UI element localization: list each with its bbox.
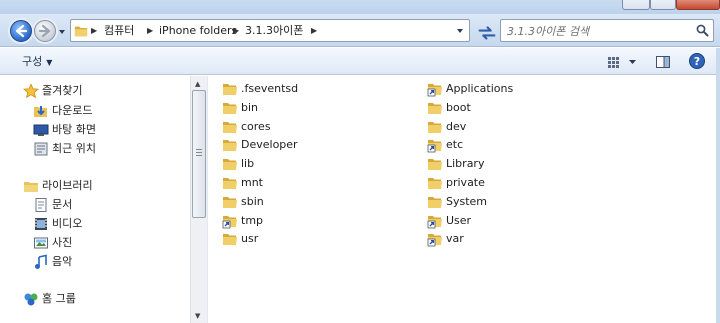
folder-icon — [428, 159, 442, 171]
chevron-down-icon: ▼ — [46, 57, 53, 67]
file-item-label: System — [446, 194, 488, 208]
breadcrumb-separator[interactable]: ▶ — [233, 24, 239, 38]
scroll-up-icon[interactable]: ▲ — [195, 80, 200, 88]
minimize-button[interactable] — [622, 0, 650, 10]
file-item-label: Library — [446, 157, 485, 171]
breadcrumb-separator[interactable]: ▶ — [311, 24, 317, 38]
library-icon — [24, 182, 38, 192]
nav-libraries-label: 라이브러리 — [42, 179, 93, 192]
folder-icon — [223, 234, 237, 246]
forward-button[interactable] — [34, 20, 56, 42]
nav-item-label: 음악 — [52, 255, 73, 268]
file-item-label: etc — [446, 138, 464, 152]
back-button[interactable] — [10, 20, 32, 42]
folder-icon — [223, 159, 237, 171]
folder-icon — [428, 121, 442, 133]
navigation-bar: ▶ 컴퓨터 ▶ iPhone folders ▶ 3.1.3아이폰 ▶ — [0, 14, 720, 47]
folder-shortcut-icon — [222, 215, 237, 228]
folder-icon — [428, 102, 442, 114]
file-list: .fseventsd bin cores Developer lib mnt sbin tmp… — [208, 76, 720, 323]
nav-item-label: 문서 — [52, 198, 73, 211]
folder-icon — [223, 140, 237, 152]
preview-pane-button[interactable] — [654, 53, 672, 71]
file-item-label: mnt — [241, 176, 263, 189]
arrow-right-icon — [38, 24, 51, 38]
nav-item-label: 최근 위치 — [52, 142, 96, 155]
file-item-label: Developer — [241, 138, 298, 152]
file-item-label: .fseventsd — [241, 82, 299, 95]
file-item-label: var — [446, 232, 464, 246]
file-item-label: usr — [241, 232, 259, 246]
folder-shortcut-icon — [427, 215, 442, 228]
help-button[interactable]: ? — [688, 52, 706, 70]
file-item-label: bin — [241, 100, 259, 114]
breadcrumb-item-iphone-folders[interactable]: iPhone folders — [159, 24, 237, 38]
nav-item-label: 사진 — [52, 236, 73, 249]
file-item-label: dev — [446, 119, 467, 133]
folder-icon — [223, 102, 237, 114]
breadcrumb-separator[interactable]: ▶ — [147, 24, 153, 38]
breadcrumb-item-computer[interactable]: 컴퓨터 — [104, 24, 134, 38]
nav-item-label: 바탕 화면 — [52, 123, 96, 136]
scroll-down-icon[interactable]: ▼ — [195, 312, 200, 320]
folder-shortcut-icon — [427, 84, 442, 97]
folder-icon — [223, 178, 237, 189]
file-item-label: lib — [241, 157, 255, 171]
close-button[interactable] — [676, 0, 720, 10]
music-icon — [35, 254, 47, 269]
maximize-button[interactable] — [650, 0, 676, 10]
recent-places-icon — [34, 142, 48, 156]
desktop-icon — [33, 124, 49, 136]
grip-icon — [196, 149, 202, 156]
nav-homegroup-label: 홈 그룹 — [42, 292, 76, 305]
navigation-pane-scrollbar[interactable]: ▲ ▼ — [190, 76, 207, 323]
breadcrumb-separator[interactable]: ▶ — [91, 24, 97, 38]
organize-label: 구성 — [22, 55, 43, 68]
file-item-label: sbin — [241, 194, 264, 208]
file-item-label: tmp — [241, 213, 264, 227]
grid-view-icon — [608, 57, 619, 68]
pictures-icon — [34, 237, 48, 249]
address-bar[interactable]: ▶ 컴퓨터 ▶ iPhone folders ▶ 3.1.3아이폰 ▶ — [70, 19, 470, 42]
search-input[interactable] — [507, 23, 687, 39]
video-icon — [35, 218, 47, 230]
folder-icon — [74, 26, 88, 37]
folder-icon — [428, 178, 442, 189]
refresh-icon[interactable] — [476, 22, 498, 44]
navigation-pane: 즐겨찾기 다운로드 바탕 화면 최근 위치 라이브러리 문서 비디오 사진 음악… — [0, 76, 190, 323]
folder-icon — [428, 196, 442, 208]
folder-icon — [223, 196, 237, 208]
chevron-down-icon[interactable] — [456, 27, 464, 35]
organize-button[interactable]: 구성 ▼ — [22, 54, 52, 69]
file-item-label: boot — [446, 100, 471, 114]
folder-icon — [223, 84, 237, 95]
file-item-label: cores — [241, 119, 271, 133]
help-icon: ? — [689, 53, 705, 69]
chevron-down-icon[interactable] — [58, 28, 66, 36]
file-item-label: private — [446, 176, 485, 189]
nav-item-label: 다운로드 — [52, 104, 93, 117]
svg-text:?: ? — [694, 55, 700, 68]
file-item-label: Applications — [446, 82, 514, 95]
downloads-icon — [34, 106, 47, 117]
search-icon[interactable] — [696, 24, 709, 37]
folder-shortcut-icon — [427, 140, 442, 153]
title-bar — [0, 0, 720, 14]
homegroup-icon — [24, 293, 38, 306]
arrow-left-icon — [15, 24, 28, 38]
window-border — [716, 48, 720, 323]
preview-pane-icon — [656, 56, 670, 68]
view-options-button[interactable] — [606, 53, 640, 71]
scrollbar-thumb[interactable] — [192, 90, 206, 218]
nav-favorites-label: 즐겨찾기 — [42, 84, 83, 97]
command-bar: 구성 ▼ ? — [0, 48, 720, 75]
breadcrumb-item-current[interactable]: 3.1.3아이폰 — [245, 24, 303, 38]
search-box[interactable] — [500, 19, 714, 42]
nav-item-label: 비디오 — [52, 217, 83, 230]
documents-icon — [35, 198, 47, 212]
folder-shortcut-icon — [427, 234, 442, 247]
file-item-label: User — [446, 213, 472, 227]
star-icon — [23, 83, 39, 99]
folder-icon — [223, 121, 237, 133]
